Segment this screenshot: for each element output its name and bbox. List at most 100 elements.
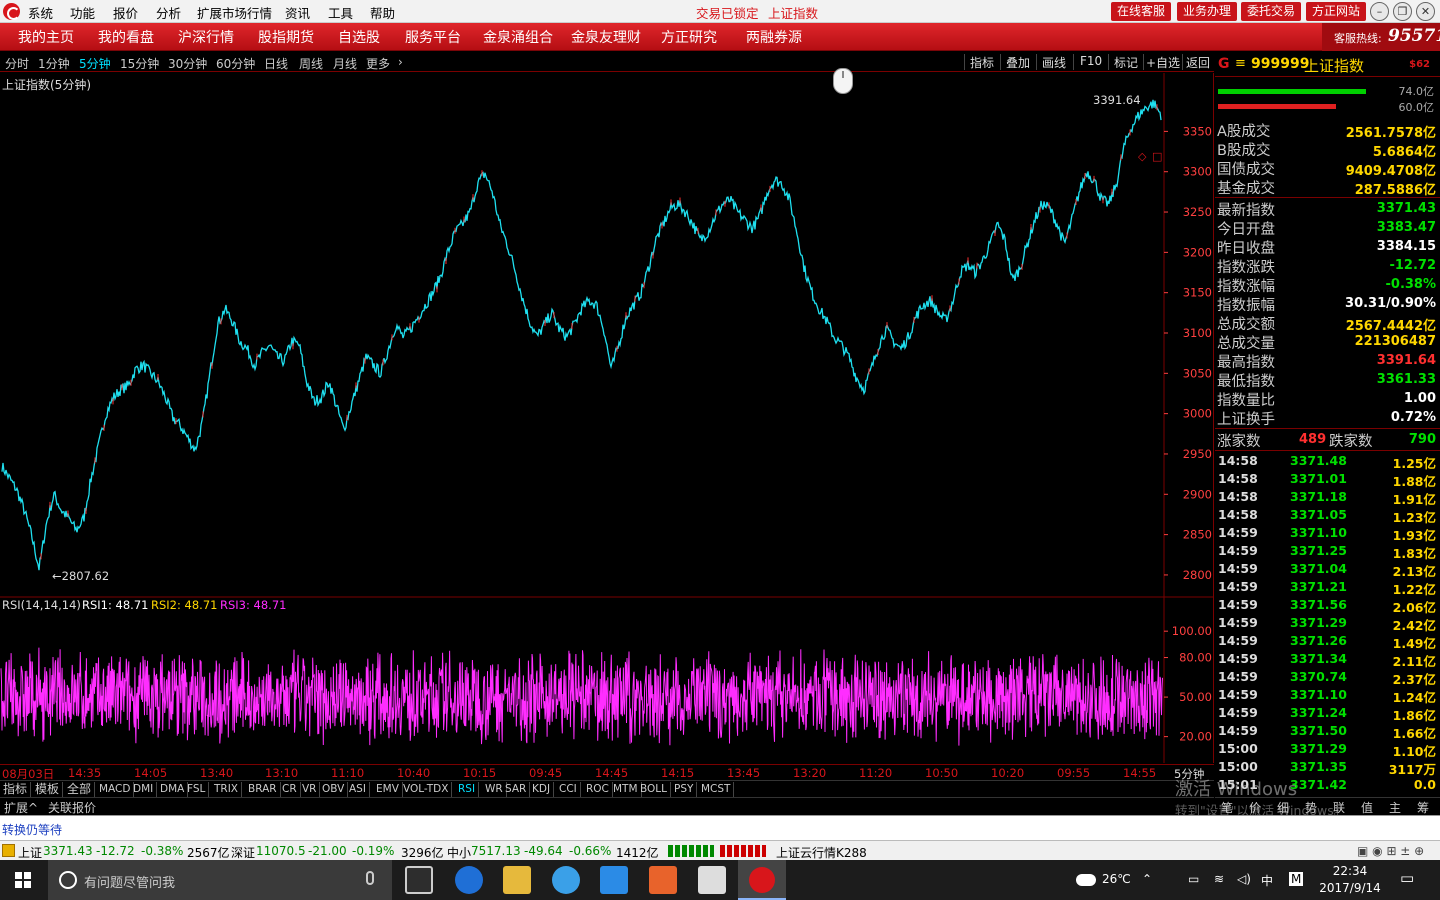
indicator-tab-kdj[interactable]: KDJ: [529, 782, 555, 797]
nav-service[interactable]: 服务平台: [405, 27, 461, 47]
ticker-sh-name[interactable]: 上证: [18, 844, 42, 861]
nav-research[interactable]: 方正研究: [661, 27, 717, 47]
chevron-right-icon[interactable]: ›: [398, 55, 403, 69]
chart-area[interactable]: 3350 3300 3250 3200 3150 3100 3050 3000 2950 2900…: [0, 73, 1214, 763]
indicator-tab-1[interactable]: 模板: [32, 782, 64, 797]
tick-row[interactable]: 14:59 3371.24 1.86亿: [1215, 704, 1440, 723]
nav-my-watch[interactable]: 我的看盘: [98, 27, 154, 47]
period-tab-30min[interactable]: 30分钟: [168, 55, 207, 72]
period-tab-month[interactable]: 月线: [333, 55, 357, 72]
indicator-tab-brar[interactable]: BRAR: [245, 782, 281, 797]
nav-futures[interactable]: 股指期货: [258, 27, 314, 47]
f10-button[interactable]: F10: [1080, 54, 1102, 68]
indicator-tab-emv[interactable]: EMV: [373, 782, 403, 797]
menu-system[interactable]: 系统: [28, 3, 53, 22]
indicator-tab-obv[interactable]: OBV: [319, 782, 349, 797]
tray-chevron-up-icon[interactable]: ⌃: [1142, 872, 1152, 886]
ticker-tool-icons[interactable]: ▣ ◉ ⊞ ± ⊕: [1357, 844, 1424, 858]
weather-temp[interactable]: 26℃: [1102, 872, 1131, 886]
tick-row[interactable]: 14:59 3371.04 2.13亿: [1215, 560, 1440, 579]
indicator-tab-psy[interactable]: PSY: [671, 782, 698, 797]
tick-row[interactable]: 14:59 3370.74 2.37亿: [1215, 668, 1440, 687]
tick-row[interactable]: 14:59 3371.26 1.49亿: [1215, 632, 1440, 651]
online-service-button[interactable]: 在线客服: [1111, 2, 1172, 21]
tick-row[interactable]: 14:59 3371.21 1.22亿: [1215, 578, 1440, 597]
menu-ext-market[interactable]: 扩展市场行情: [197, 3, 272, 22]
diamond-icon[interactable]: ◇: [1138, 150, 1146, 163]
tick-row[interactable]: 14:59 3371.10 1.24亿: [1215, 686, 1440, 705]
menu-function[interactable]: 功能: [70, 3, 95, 22]
tick-row[interactable]: 15:00 3371.29 1.10亿: [1215, 740, 1440, 759]
indicator-tab-cr[interactable]: CR: [279, 782, 301, 797]
period-tab-1min[interactable]: 1分钟: [38, 55, 70, 72]
tick-row[interactable]: 14:59 3371.29 2.42亿: [1215, 614, 1440, 633]
menu-icon[interactable]: ≡: [1235, 56, 1246, 71]
menu-tools[interactable]: 工具: [328, 3, 353, 22]
group-icon[interactable]: G: [1218, 56, 1230, 72]
weather-cloud-icon[interactable]: [1076, 874, 1096, 886]
close-icon[interactable]: ✕: [1416, 2, 1435, 21]
period-tab-day[interactable]: 日线: [264, 55, 288, 72]
wps-presentation-icon[interactable]: [649, 866, 677, 894]
indicator-tab-voltdx[interactable]: VOL-TDX: [400, 782, 453, 797]
tick-row[interactable]: 14:59 3371.34 2.11亿: [1215, 650, 1440, 669]
windows-start-icon[interactable]: [15, 872, 31, 888]
tick-row[interactable]: 14:58 3371.05 1.23亿: [1215, 506, 1440, 525]
ime-mode-icon[interactable]: M: [1289, 872, 1304, 886]
nav-home[interactable]: 我的主页: [18, 27, 74, 47]
menu-help[interactable]: 帮助: [370, 3, 395, 22]
indicator-tab-cci[interactable]: CCI: [556, 782, 581, 797]
nav-jqy-portfolio[interactable]: 金泉涌组合: [483, 27, 553, 47]
period-tab-5min[interactable]: 5分钟: [79, 55, 111, 72]
taskbar-search[interactable]: 有问题尽管问我: [48, 860, 392, 900]
indicator-tab-vr[interactable]: VR: [299, 782, 321, 797]
notification-icon[interactable]: ▭: [1400, 869, 1414, 887]
period-tab-week[interactable]: 周线: [299, 55, 323, 72]
microphone-icon[interactable]: [366, 871, 374, 885]
add-watchlist-button[interactable]: +自选: [1146, 54, 1180, 71]
wifi-icon[interactable]: ≋: [1214, 872, 1224, 886]
kline-chart-svg[interactable]: 3350 3300 3250 3200 3150 3100 3050 3000 2950 2900…: [0, 73, 1214, 763]
expand-button[interactable]: 扩展^: [4, 799, 38, 816]
period-tab-15min[interactable]: 15分钟: [120, 55, 159, 72]
nav-watchlist[interactable]: 自选股: [338, 27, 380, 47]
indicator-tab-mcst[interactable]: MCST: [698, 782, 735, 797]
battery-icon[interactable]: ▭: [1188, 872, 1199, 886]
file-explorer-icon[interactable]: [503, 866, 531, 894]
store-app-icon[interactable]: [405, 866, 433, 894]
taskbar-clock[interactable]: 22:34 2017/9/14: [1318, 863, 1382, 897]
indicator-tab-2[interactable]: 全部: [64, 782, 96, 797]
panel-tab-6[interactable]: 主: [1389, 799, 1401, 816]
panel-tab-5[interactable]: 值: [1361, 799, 1373, 816]
menu-analysis[interactable]: 分析: [156, 3, 181, 22]
indicator-tab-rsi[interactable]: RSI: [455, 782, 480, 797]
indicator-tab-roc[interactable]: ROC: [583, 782, 613, 797]
ime-indicator[interactable]: 中: [1261, 872, 1273, 889]
indicator-tab-fsl[interactable]: FSL: [184, 782, 210, 797]
restore-icon[interactable]: ❐: [1393, 2, 1412, 21]
indicator-tab-dmi[interactable]: DMI: [130, 782, 158, 797]
ticker-icon[interactable]: [2, 844, 15, 857]
nav-margin[interactable]: 两融券源: [746, 27, 802, 47]
box-icon[interactable]: □: [1152, 150, 1162, 163]
minimize-icon[interactable]: –: [1370, 2, 1389, 21]
volume-icon[interactable]: ◁): [1237, 872, 1251, 886]
ticker-sz-name[interactable]: 深证: [231, 844, 255, 861]
indicator-button[interactable]: 指标: [970, 54, 994, 71]
tick-row[interactable]: 15:00 3371.35 3117万: [1215, 758, 1440, 777]
founder-site-button[interactable]: 方正网站: [1306, 2, 1367, 21]
period-tab-more[interactable]: 更多: [366, 55, 390, 72]
ie-browser-icon[interactable]: [552, 866, 580, 894]
indicator-tab-trix[interactable]: TRIX: [211, 782, 242, 797]
draw-line-button[interactable]: 画线: [1042, 54, 1066, 71]
tick-row[interactable]: 14:58 3371.18 1.91亿: [1215, 488, 1440, 507]
cloud-quote-link[interactable]: 上证云行情K288: [776, 844, 867, 861]
menu-news[interactable]: 资讯: [285, 3, 310, 22]
active-app-highlight[interactable]: [738, 860, 786, 900]
ticker-zx-name[interactable]: 中小: [447, 844, 471, 861]
panel-tab-7[interactable]: 筹: [1417, 799, 1429, 816]
indicator-tab-macd[interactable]: MACD: [96, 782, 135, 797]
indicator-tab-boll[interactable]: BOLL: [637, 782, 671, 797]
period-tab-60min[interactable]: 60分钟: [216, 55, 255, 72]
indicator-tab-sar[interactable]: SAR: [502, 782, 531, 797]
